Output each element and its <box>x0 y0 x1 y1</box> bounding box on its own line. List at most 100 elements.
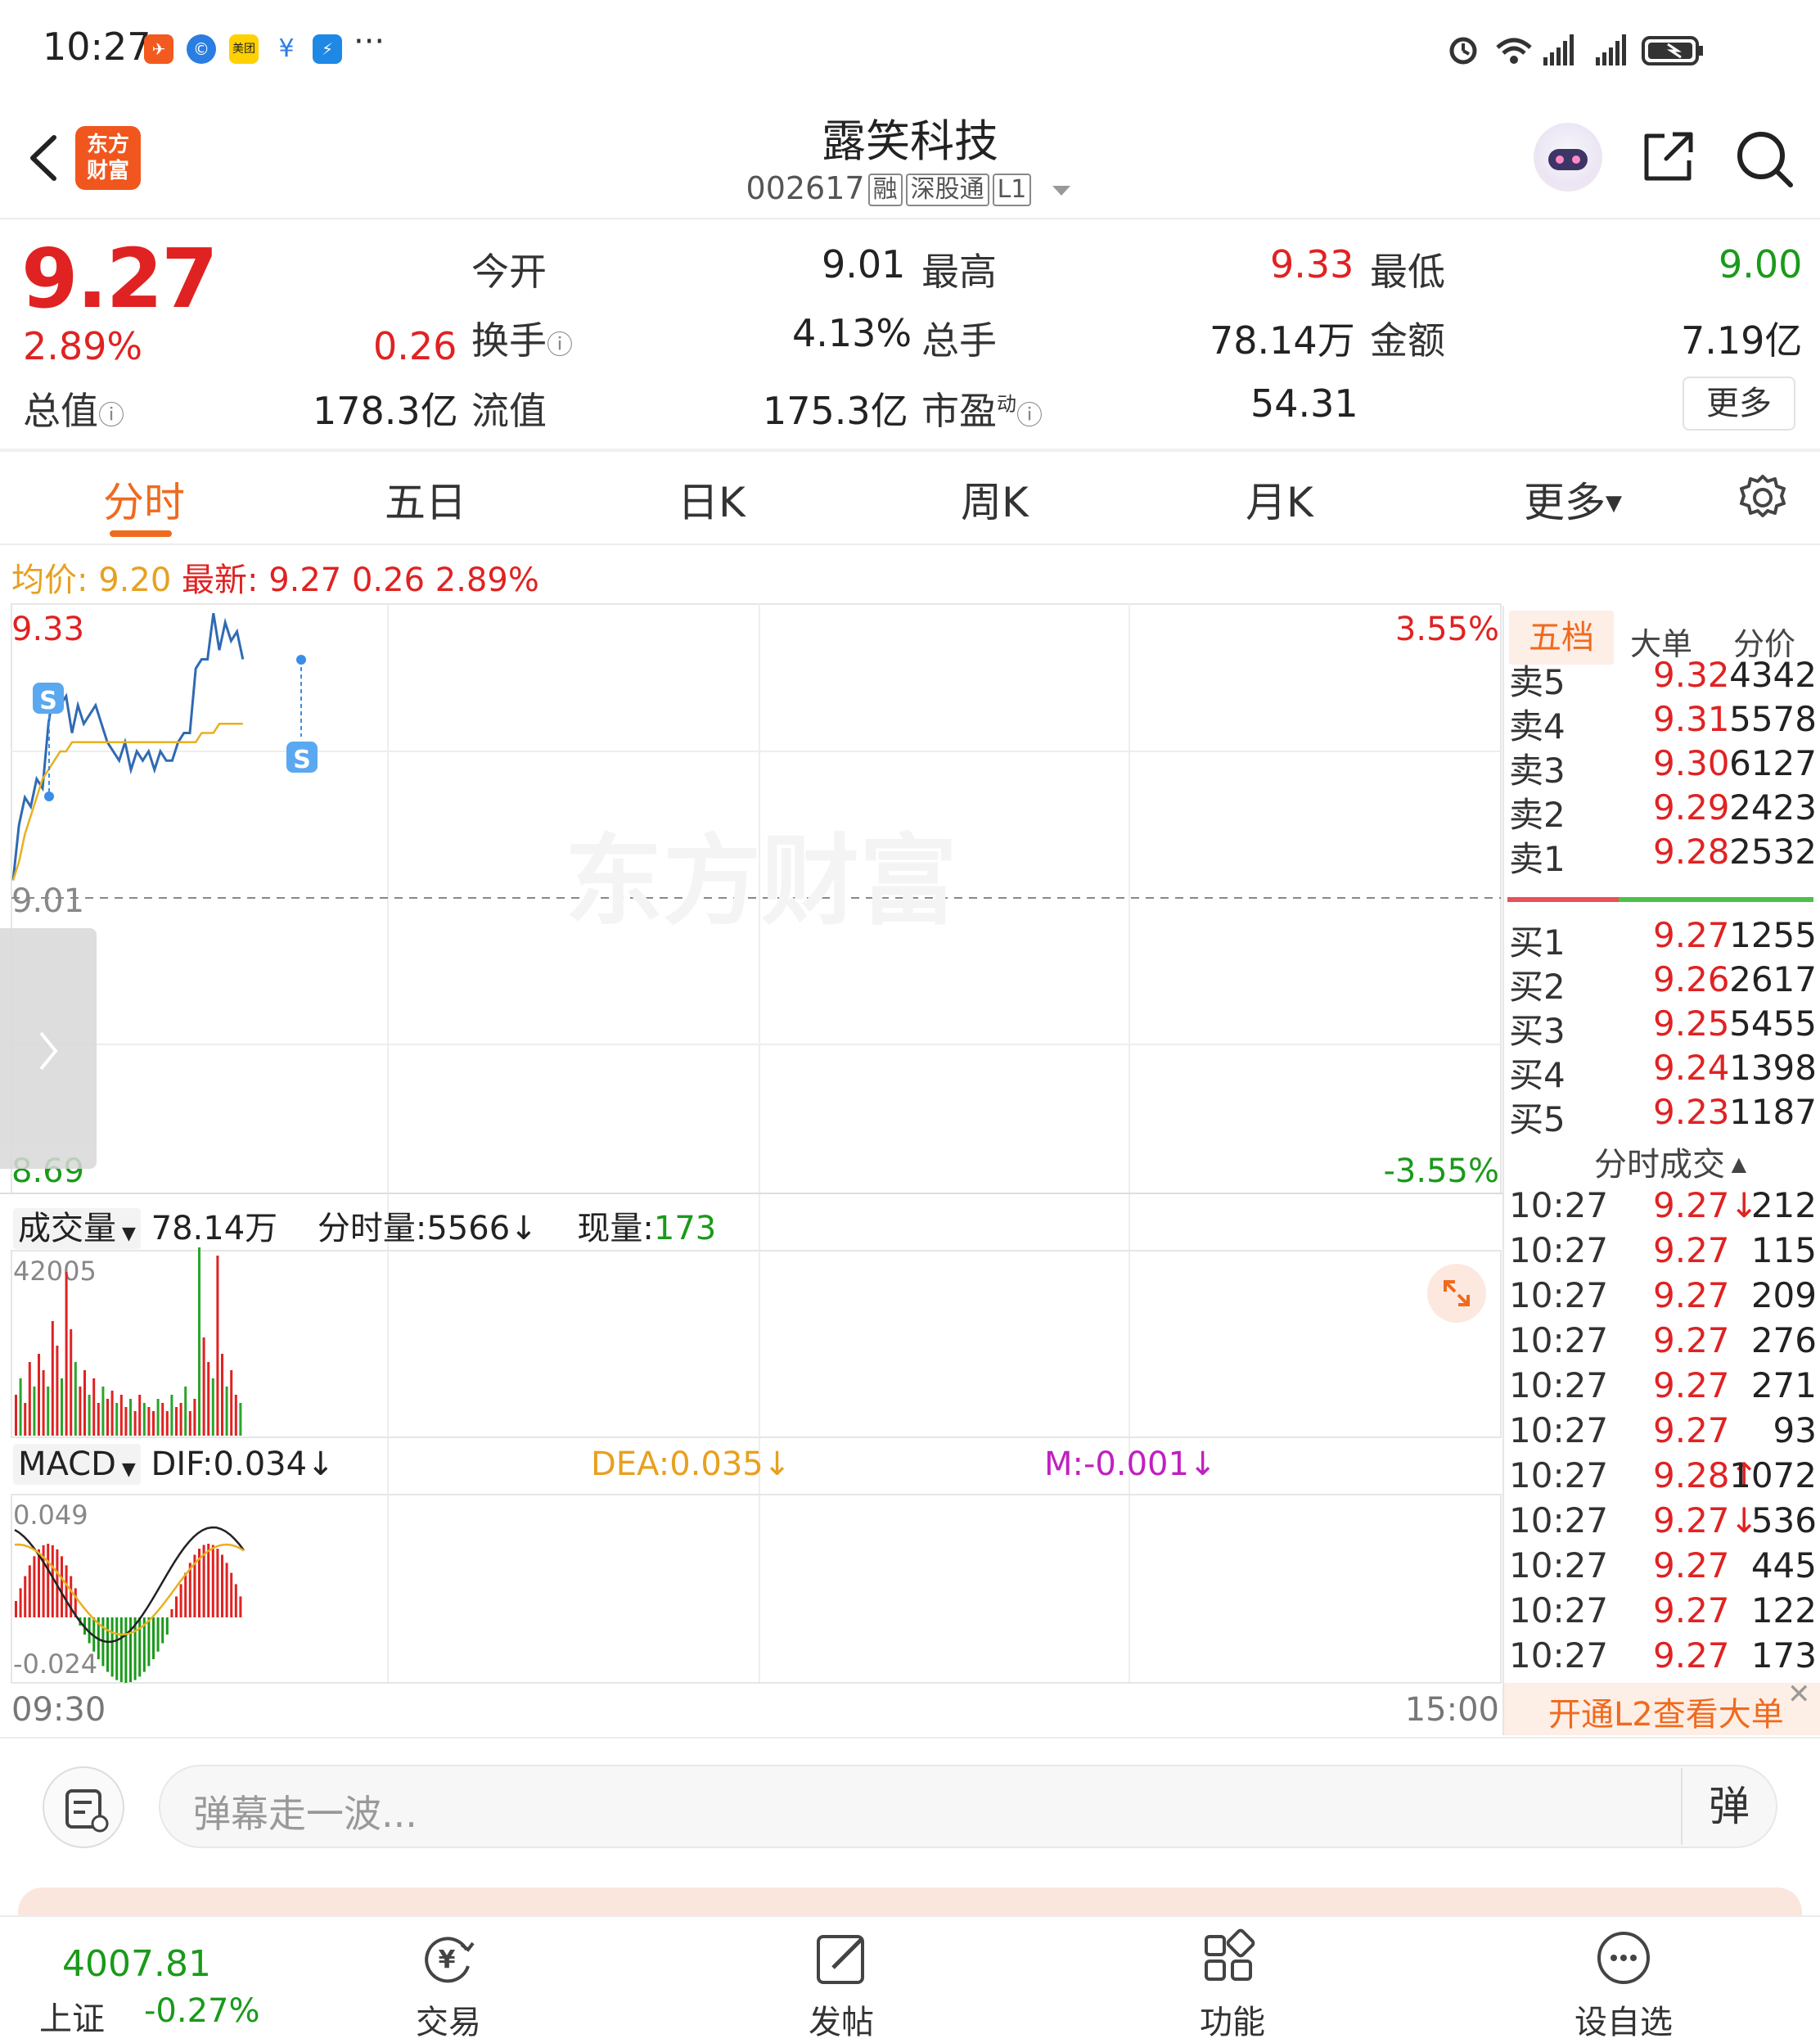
expand-chart-button[interactable] <box>1427 1264 1486 1323</box>
close-icon[interactable]: ✕ <box>1787 1678 1811 1711</box>
bid-level-row[interactable]: 买3 9.25 5455 <box>1509 1003 1817 1051</box>
volume-bar <box>239 1403 242 1436</box>
comment-list-button[interactable] <box>43 1766 124 1848</box>
bid-level-row[interactable]: 买5 9.23 1187 <box>1509 1092 1817 1139</box>
macd-bar <box>138 1617 142 1677</box>
macd-bar <box>110 1617 114 1677</box>
add-watchlist-icon[interactable] <box>1591 1928 1656 1989</box>
volume-bar <box>110 1391 114 1436</box>
shenzhen-connect-tag: 深股通 <box>905 174 989 206</box>
ask-level-row[interactable]: 卖2 9.29 2423 <box>1509 787 1817 835</box>
ask-level-row[interactable]: 卖1 9.28 2532 <box>1509 832 1817 879</box>
status-bar: 10:27 ✈ © 美团 ¥ ⚡ ··· <box>0 0 1820 98</box>
index-change[interactable]: -0.27% <box>144 1992 260 2030</box>
intraday-chart[interactable]: 东方财富 9.33 9.01 8.69 3.55% -3.55% S S 420… <box>0 602 1504 1740</box>
macd-bar <box>106 1617 109 1672</box>
nav-trade[interactable]: 交易 <box>367 1996 530 2043</box>
l2-promo-banner[interactable]: 开通L2查看大单 ✕ <box>1504 1678 1820 1735</box>
volume-bar <box>61 1378 63 1436</box>
volume-bar <box>230 1370 233 1436</box>
side-panel-handle[interactable] <box>0 928 97 1169</box>
nav-post[interactable]: 发帖 <box>759 1996 923 2043</box>
pe-value: 54.31 <box>1250 381 1358 426</box>
market-cap-label[interactable]: 总值ⓘ <box>23 381 124 435</box>
tab-five-day[interactable]: 五日 <box>385 470 466 529</box>
lightning-icon: ⚡ <box>313 34 342 64</box>
more-quote-button[interactable]: 更多 <box>1683 377 1795 431</box>
bid-level-row[interactable]: 买1 9.27 1255 <box>1509 915 1817 963</box>
ai-assistant-avatar[interactable] <box>1534 123 1602 192</box>
macd-bar <box>28 1565 31 1617</box>
market-cap-value: 178.3亿 <box>313 389 458 433</box>
order-book-panel: 五档 大单 分价 卖5 9.32 4342 卖4 9.31 5578 卖3 9.… <box>1504 606 1820 1735</box>
tab-more[interactable]: 更多▼ <box>1524 470 1622 529</box>
bid-level-row[interactable]: 买2 9.26 2617 <box>1509 959 1817 1007</box>
meituan-icon: 美团 <box>229 34 259 64</box>
macd-bar <box>152 1617 155 1660</box>
trade-icon[interactable]: ¥ <box>416 1928 481 1989</box>
volume-bar <box>88 1395 91 1436</box>
nav-functions[interactable]: 功能 <box>1151 1996 1314 2043</box>
bid-level-row[interactable]: 买4 9.24 1398 <box>1509 1048 1817 1095</box>
dropdown-arrow-icon: ▼ <box>115 1459 136 1480</box>
index-name[interactable]: 上证 <box>39 1992 105 2040</box>
ask-level-row[interactable]: 卖4 9.31 5578 <box>1509 699 1817 746</box>
tab-daily-k[interactable]: 日K <box>678 470 746 529</box>
volume-bar <box>170 1395 173 1436</box>
robot-icon <box>1548 149 1588 170</box>
macd-bar <box>239 1596 242 1617</box>
macd-bar <box>61 1556 63 1617</box>
sell-signal-label: S <box>39 687 57 715</box>
volume-bar <box>97 1403 100 1436</box>
tab-weekly-k[interactable]: 周K <box>961 470 1029 529</box>
volume-bar <box>19 1378 22 1436</box>
trade-row: 10:27 9.27↓ 212 <box>1509 1185 1817 1225</box>
macd-bar <box>33 1556 36 1617</box>
nav-add-watchlist[interactable]: 设自选 <box>1542 1996 1705 2043</box>
macd-indicator-selector[interactable]: MACD ▼ <box>13 1444 141 1485</box>
volume-bar <box>33 1387 36 1436</box>
info-icon: ⓘ <box>98 399 125 431</box>
turnover-label[interactable]: 换手ⓘ <box>471 311 573 365</box>
macd-bar <box>51 1545 54 1617</box>
macd-bar <box>216 1549 219 1617</box>
volume-bar <box>79 1387 82 1436</box>
volume-bar <box>51 1321 54 1436</box>
average-price-line <box>11 723 243 881</box>
pe-label[interactable]: 市盈动ⓘ <box>921 381 1043 435</box>
float-cap-value: 175.3亿 <box>763 389 908 433</box>
index-value[interactable]: 4007.81 <box>62 1943 211 1985</box>
ask-level-row[interactable]: 卖5 9.32 4342 <box>1509 655 1817 702</box>
volume-bar <box>92 1378 96 1436</box>
macd-bar <box>156 1617 160 1652</box>
volume-bar <box>115 1403 119 1436</box>
tab-intraday[interactable]: 分时 <box>103 470 185 529</box>
search-icon[interactable] <box>1733 128 1795 190</box>
signal-icon <box>1596 34 1626 65</box>
trades-title[interactable]: 分时成交 ▲ <box>1594 1138 1746 1185</box>
volume-bar <box>156 1399 160 1436</box>
high-value: 9.33 <box>1270 242 1354 286</box>
chart-settings-gear-icon[interactable] <box>1738 473 1787 522</box>
low-value: 9.00 <box>1719 242 1803 286</box>
danmu-toggle-button[interactable]: 弹 <box>1681 1768 1776 1845</box>
amount-label: 金额 <box>1370 318 1445 363</box>
status-time: 10:27 <box>43 25 151 69</box>
info-icon: ⓘ <box>1016 399 1043 431</box>
tab-monthly-k[interactable]: 月K <box>1246 470 1313 529</box>
volume-indicator-selector[interactable]: 成交量 ▼ <box>13 1208 141 1249</box>
axis-price-top: 9.33 <box>11 611 84 648</box>
open-label: 今开 <box>471 250 547 294</box>
post-icon[interactable] <box>810 1928 876 1989</box>
bottom-navigation: 4007.81 上证 -0.27% ¥ 交易 发帖 功能 设自选 <box>0 1915 1820 2043</box>
share-icon[interactable] <box>1638 128 1697 187</box>
volume-bar <box>175 1407 178 1436</box>
axis-pct-bottom: -3.55% <box>1383 1152 1499 1190</box>
trade-row: 10:27 9.27 93 <box>1509 1410 1817 1450</box>
price-line <box>11 612 245 881</box>
macd-bar <box>225 1563 228 1617</box>
macd-bar <box>161 1617 164 1644</box>
macd-bar <box>165 1617 169 1635</box>
ask-level-row[interactable]: 卖3 9.30 6127 <box>1509 743 1817 791</box>
functions-icon[interactable] <box>1198 1928 1264 1989</box>
